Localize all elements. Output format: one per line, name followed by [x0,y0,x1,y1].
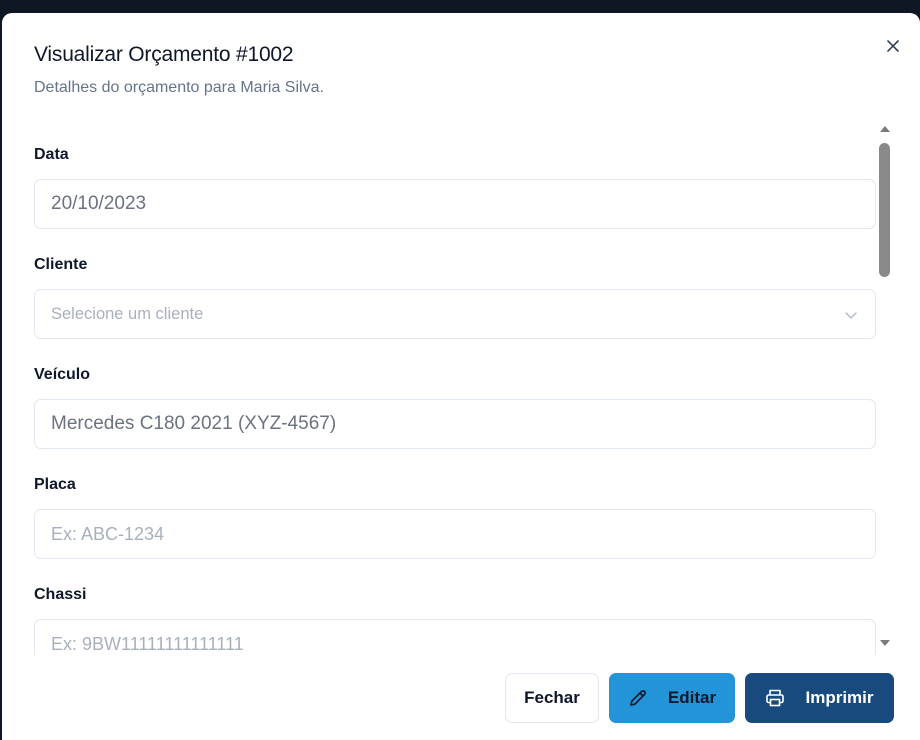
scroll-down-arrow-icon[interactable] [879,638,891,648]
printer-icon [765,688,785,708]
fechar-button-label: Fechar [524,688,580,707]
dialog-title: Visualizar Orçamento #1002 [34,43,294,66]
placa-label: Placa [34,476,76,493]
pencil-icon [628,688,648,708]
placa-field[interactable]: Ex: ABC-1234 [34,509,876,559]
cliente-select-placeholder: Selecione um cliente [51,304,204,323]
chevron-down-icon [843,307,859,323]
scrollbar[interactable] [877,124,893,656]
editar-button-label: Editar [667,688,717,707]
veiculo-label: Veículo [34,366,91,383]
cliente-select[interactable]: Selecione um cliente [34,289,876,339]
imprimir-button[interactable]: Imprimir [745,673,894,723]
scrollbar-thumb[interactable] [879,143,890,277]
dialog-subtitle: Detalhes do orçamento para Maria Silva. [34,79,324,96]
fechar-button[interactable]: Fechar [505,673,599,723]
data-field[interactable]: 20/10/2023 [34,179,876,229]
chassi-field[interactable]: Ex: 9BW11111111111111 [34,619,876,655]
close-icon[interactable] [882,35,904,57]
scroll-up-arrow-icon[interactable] [879,124,891,134]
imprimir-button-label: Imprimir [805,688,874,707]
dialog: Visualizar Orçamento #1002 Detalhes do o… [2,13,920,740]
chassi-label: Chassi [34,586,87,603]
form-scroll-area[interactable]: Data 20/10/2023 Cliente Selecione um cli… [34,121,876,655]
cliente-label: Cliente [34,256,88,273]
veiculo-field[interactable]: Mercedes C180 2021 (XYZ-4567) [34,399,876,449]
data-label: Data [34,146,69,163]
editar-button[interactable]: Editar [609,673,735,723]
